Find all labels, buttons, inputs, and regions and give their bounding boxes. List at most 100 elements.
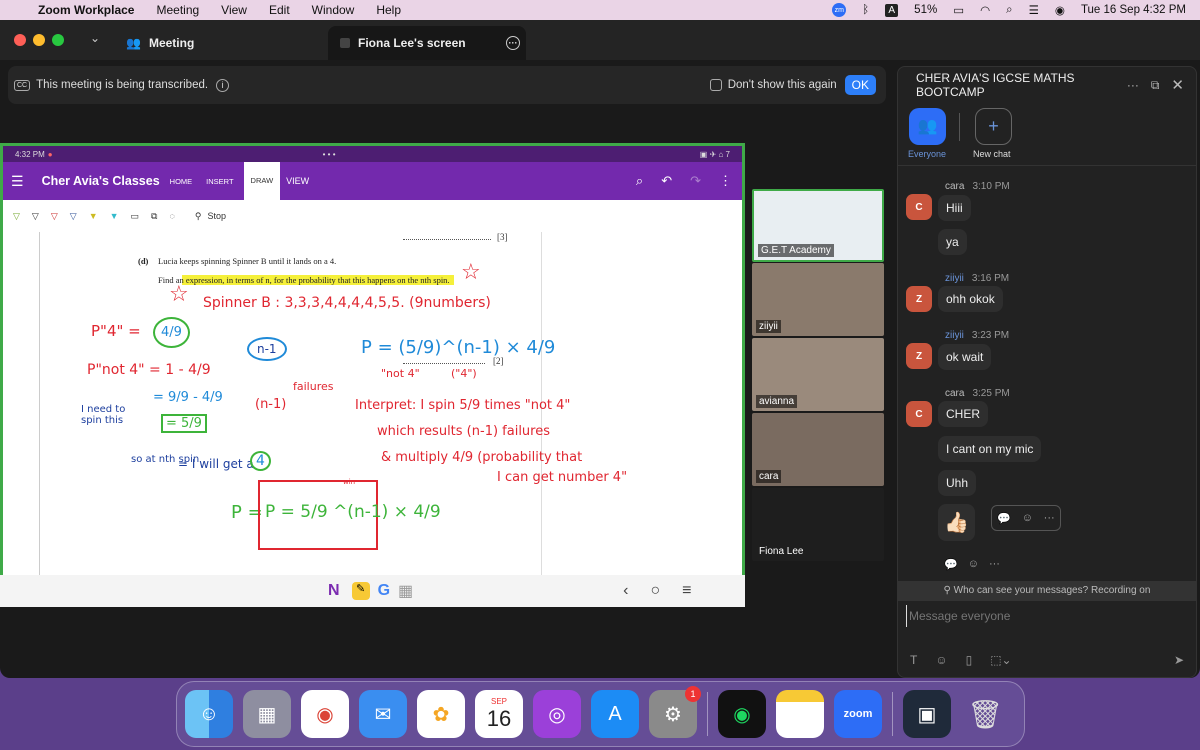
zoom-app-icon[interactable]: zoom — [834, 690, 882, 738]
recents-nav-icon[interactable]: ≡ — [682, 582, 691, 600]
more-icon[interactable]: ··· — [989, 558, 1000, 571]
more-icon[interactable]: ⋮ — [719, 173, 732, 189]
everyone-chat-button[interactable]: 👥 — [909, 108, 946, 145]
menu-meeting[interactable]: Meeting — [156, 3, 199, 17]
tab-meeting[interactable]: 👥 Meeting — [126, 26, 194, 60]
clock[interactable]: Tue 16 Sep 4:32 PM — [1081, 4, 1186, 16]
minimize-window-button[interactable] — [33, 34, 45, 46]
ruler-icon[interactable]: ⚲ — [195, 211, 202, 222]
dont-show-checkbox[interactable] — [709, 79, 722, 91]
menu-help[interactable]: Help — [376, 3, 401, 17]
video-tile-fiona-lee[interactable]: Fiona Lee — [752, 488, 884, 561]
battery-icon[interactable]: ▭ — [953, 3, 964, 17]
shapes-icon[interactable]: ⧉ — [151, 211, 157, 222]
app-store-icon[interactable]: A — [591, 690, 639, 738]
recent-window-thumbnail[interactable]: ▣ — [903, 690, 951, 738]
chat-message[interactable]: CHER — [938, 401, 989, 427]
more-options-icon[interactable]: ··· — [506, 36, 520, 50]
info-icon[interactable]: i — [216, 78, 230, 92]
more-icon[interactable]: ··· — [1127, 78, 1139, 92]
dont-show-label[interactable]: Don't show this again — [728, 79, 837, 91]
finder-icon[interactable]: ☺ — [185, 690, 233, 738]
close-window-button[interactable] — [14, 34, 26, 46]
launchpad-icon[interactable]: ▦ — [243, 690, 291, 738]
control-center-icon[interactable]: ☰ — [1029, 3, 1039, 17]
podcasts-icon[interactable]: ◎ — [533, 690, 581, 738]
add-reaction-icon[interactable]: ☺ — [968, 558, 979, 571]
video-tile-get-academy[interactable]: G.E.T Academy — [752, 189, 884, 262]
google-icon[interactable]: G — [378, 582, 390, 600]
menu-app-name[interactable]: Zoom Workplace — [38, 3, 134, 17]
undo-icon[interactable]: ↶ — [661, 173, 672, 189]
search-icon[interactable]: ⌕ — [636, 173, 643, 189]
pen-black-icon[interactable]: ▽ — [32, 211, 39, 222]
trash-icon[interactable]: 🗑 — [961, 690, 1009, 738]
search-icon[interactable]: ⌕ — [1006, 4, 1012, 17]
menu-view[interactable]: View — [221, 3, 247, 17]
eraser-icon[interactable]: ▭ — [131, 211, 140, 222]
wifi-icon[interactable]: ◠ — [980, 3, 990, 17]
ok-button[interactable]: OK — [844, 75, 876, 95]
pop-out-icon[interactable]: ⧉ — [1151, 78, 1160, 93]
tab-view[interactable]: VIEW — [286, 176, 309, 186]
tab-draw[interactable]: DRAW — [243, 162, 281, 200]
reply-icon[interactable]: 💬 — [944, 558, 958, 571]
new-chat-button[interactable]: + — [975, 108, 1012, 145]
pen-red-icon[interactable]: ▽ — [51, 211, 58, 222]
redo-icon[interactable]: ↷ — [690, 173, 701, 189]
spotify-icon[interactable]: ◉ — [718, 690, 766, 738]
app-grid-icon[interactable]: ▦ — [398, 581, 413, 601]
chat-message[interactable]: ok wait — [938, 344, 992, 370]
format-text-icon[interactable]: T — [910, 653, 917, 667]
message-input[interactable] — [906, 605, 1186, 627]
tab-insert[interactable]: INSERT — [206, 177, 233, 186]
battery-percent[interactable]: 51% — [914, 4, 937, 16]
pen-green-icon[interactable]: ▽ — [13, 211, 20, 222]
chat-message[interactable]: ya — [938, 229, 967, 255]
send-icon[interactable]: ➤ — [1174, 653, 1184, 667]
visibility-notice[interactable]: ⚲ Who can see your messages? Recording o… — [898, 581, 1196, 601]
chevron-down-icon[interactable]: ⌄ — [90, 31, 100, 45]
maximize-window-button[interactable] — [52, 34, 64, 46]
zoom-status-icon[interactable]: zm — [832, 3, 847, 17]
notes-icon[interactable] — [776, 690, 824, 738]
calendar-icon[interactable]: SEP 16 — [475, 690, 523, 738]
system-settings-icon[interactable]: ⚙ 1 — [649, 686, 701, 738]
video-tile-avianna[interactable]: avianna — [752, 338, 884, 411]
emoji-icon[interactable]: ☺ — [935, 653, 947, 667]
file-icon[interactable]: ▯ — [966, 653, 973, 667]
close-icon[interactable]: ✕ — [1171, 76, 1184, 94]
chat-message[interactable]: Uhh — [938, 470, 977, 496]
more-icon[interactable]: ··· — [1044, 512, 1055, 524]
mail-icon[interactable]: ✉ — [359, 690, 407, 738]
pen-blue-icon[interactable]: ▽ — [70, 211, 77, 222]
lasso-icon[interactable]: ◌ — [169, 211, 174, 221]
tab-home[interactable]: HOME — [170, 177, 193, 186]
chrome-icon[interactable]: ◉ — [301, 690, 349, 738]
menu-edit[interactable]: Edit — [269, 3, 290, 17]
video-tile-cara[interactable]: cara — [752, 413, 884, 486]
menu-window[interactable]: Window — [312, 3, 355, 17]
home-nav-icon[interactable]: ○ — [650, 582, 660, 600]
highlighter-yellow-icon[interactable]: ▼ — [89, 211, 98, 221]
bluetooth-icon[interactable]: ᛒ — [862, 4, 869, 16]
tab-shared-screen[interactable]: Fiona Lee's screen ··· — [328, 26, 526, 60]
add-reaction-icon[interactable]: ☺ — [1022, 512, 1033, 524]
siri-icon[interactable]: ◉ — [1055, 3, 1065, 17]
chat-message[interactable]: Hiii — [938, 195, 971, 221]
hamburger-menu-icon[interactable]: ☰ — [11, 173, 24, 190]
input-source-icon[interactable]: A — [885, 3, 899, 17]
chat-message[interactable]: I cant on my mic — [938, 436, 1042, 462]
stop-button[interactable]: Stop — [207, 211, 226, 221]
highlighter-cyan-icon[interactable]: ▼ — [110, 211, 119, 221]
screenshot-icon[interactable]: ⬚⌄ — [990, 653, 1011, 667]
chat-message[interactable]: ohh okok — [938, 286, 1003, 312]
video-tile-ziiyii[interactable]: ziiyii — [752, 263, 884, 336]
notebook-page[interactable]: [3] (d) Lucia keeps spinning Spinner B u… — [3, 232, 742, 575]
onenote-icon[interactable]: N — [328, 582, 340, 600]
photos-icon[interactable]: ✿ — [417, 690, 465, 738]
notes-pen-icon[interactable]: ✎ — [351, 582, 370, 600]
reply-icon[interactable]: 💬 — [997, 512, 1011, 525]
back-nav-icon[interactable]: ‹ — [623, 582, 628, 600]
chat-message-thumbs-up[interactable]: 👍🏻 — [938, 504, 975, 541]
